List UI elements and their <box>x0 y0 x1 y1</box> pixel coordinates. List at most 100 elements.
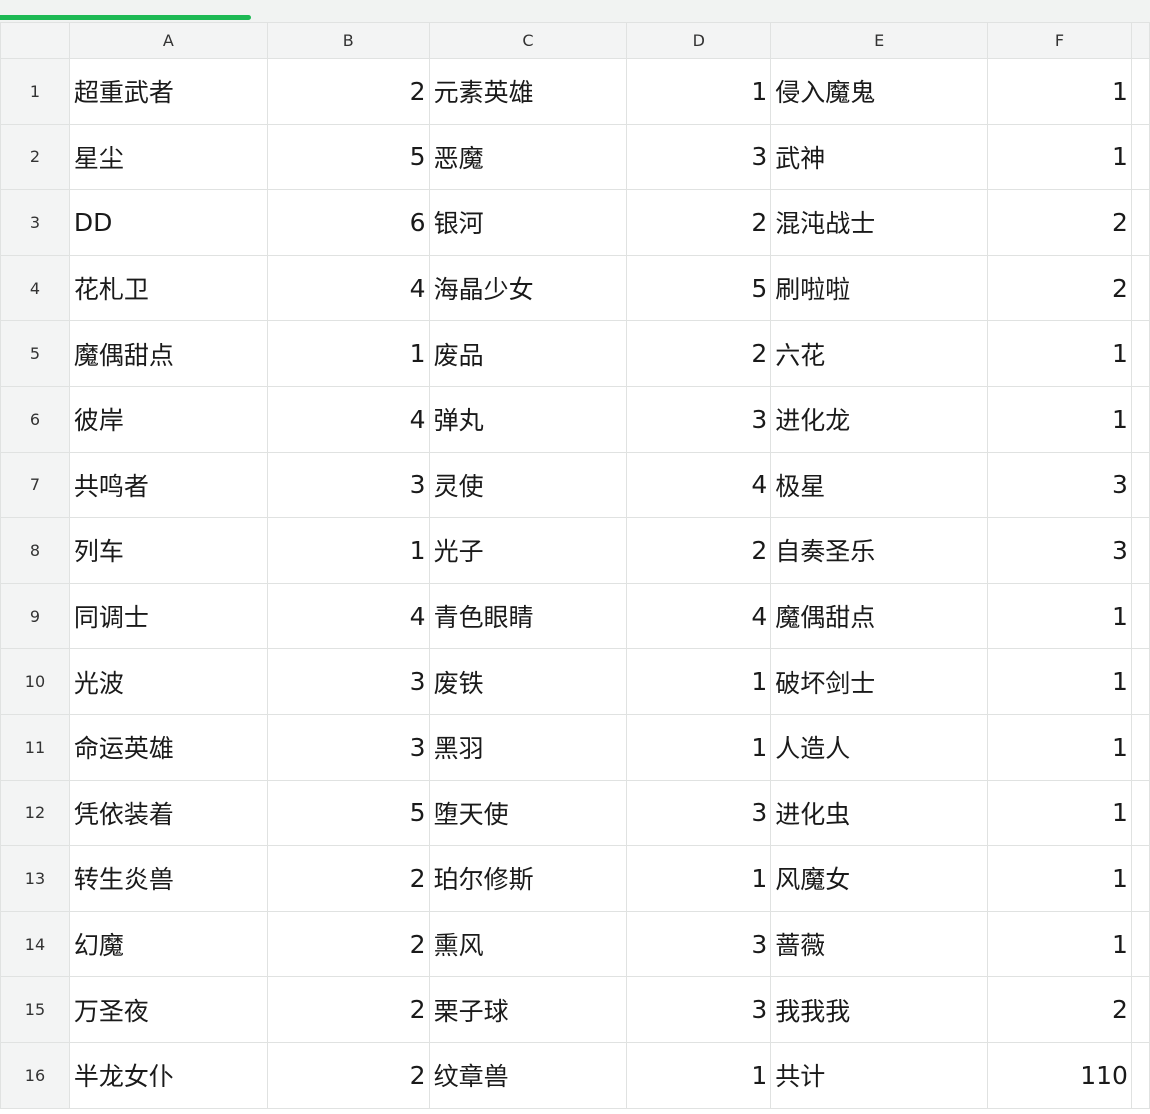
cell-overflow[interactable] <box>1130 845 1150 912</box>
cell-a[interactable]: DD <box>68 189 268 256</box>
cell-c[interactable]: 废品 <box>428 320 628 387</box>
cell-e[interactable]: 自奏圣乐 <box>770 517 989 584</box>
cell-b[interactable]: 4 <box>266 385 430 453</box>
cell-a[interactable]: 彼岸 <box>68 385 268 453</box>
cell-f[interactable]: 3 <box>987 451 1132 519</box>
column-header-f[interactable]: F <box>987 22 1132 59</box>
cell-c[interactable]: 熏风 <box>428 910 628 978</box>
cell-overflow[interactable] <box>1130 976 1150 1043</box>
row-header[interactable]: 3 <box>0 189 70 256</box>
row-header[interactable]: 15 <box>0 976 70 1043</box>
cell-e[interactable]: 武神 <box>770 123 989 191</box>
cell-c[interactable]: 栗子球 <box>428 976 628 1043</box>
cell-overflow[interactable] <box>1130 254 1150 322</box>
cell-a[interactable]: 同调士 <box>68 582 268 650</box>
row-header[interactable]: 2 <box>0 123 70 191</box>
cell-b[interactable]: 6 <box>266 189 430 256</box>
cell-c[interactable]: 光子 <box>428 517 628 584</box>
cell-f[interactable]: 1 <box>987 123 1132 191</box>
cell-e[interactable]: 六花 <box>770 320 989 387</box>
cell-e[interactable]: 混沌战士 <box>770 189 989 256</box>
cell-b[interactable]: 2 <box>266 58 430 125</box>
cell-b[interactable]: 2 <box>266 1041 430 1109</box>
cell-d[interactable]: 2 <box>626 189 772 256</box>
cell-a[interactable]: 转生炎兽 <box>68 845 268 912</box>
cell-overflow[interactable] <box>1130 910 1150 978</box>
cell-f[interactable]: 1 <box>987 845 1132 912</box>
row-header[interactable]: 12 <box>0 779 70 847</box>
cell-d[interactable]: 3 <box>626 123 772 191</box>
cell-d[interactable]: 3 <box>626 976 772 1043</box>
cell-b[interactable]: 3 <box>266 648 430 715</box>
cell-c[interactable]: 黑羽 <box>428 713 628 781</box>
cell-c[interactable]: 青色眼睛 <box>428 582 628 650</box>
cell-a[interactable]: 列车 <box>68 517 268 584</box>
cell-d[interactable]: 5 <box>626 254 772 322</box>
column-header-a[interactable]: A <box>68 22 268 59</box>
cell-e[interactable]: 我我我 <box>770 976 989 1043</box>
cell-b[interactable]: 2 <box>266 910 430 978</box>
cell-e[interactable]: 蔷薇 <box>770 910 989 978</box>
cell-c[interactable]: 元素英雄 <box>428 58 628 125</box>
cell-f[interactable]: 1 <box>987 648 1132 715</box>
cell-d[interactable]: 1 <box>626 713 772 781</box>
cell-overflow[interactable] <box>1130 320 1150 387</box>
cell-b[interactable]: 5 <box>266 779 430 847</box>
select-all-corner[interactable] <box>0 22 70 59</box>
cell-e[interactable]: 共计 <box>770 1041 989 1109</box>
cell-c[interactable]: 海晶少女 <box>428 254 628 322</box>
cell-f[interactable]: 2 <box>987 189 1132 256</box>
row-header[interactable]: 13 <box>0 845 70 912</box>
cell-e[interactable]: 风魔女 <box>770 845 989 912</box>
cell-f[interactable]: 1 <box>987 779 1132 847</box>
cell-e[interactable]: 人造人 <box>770 713 989 781</box>
cell-d[interactable]: 1 <box>626 648 772 715</box>
cell-b[interactable]: 3 <box>266 451 430 519</box>
cell-overflow[interactable] <box>1130 58 1150 125</box>
cell-f[interactable]: 1 <box>987 910 1132 978</box>
cell-d[interactable]: 3 <box>626 910 772 978</box>
cell-f[interactable]: 2 <box>987 254 1132 322</box>
cell-c[interactable]: 废铁 <box>428 648 628 715</box>
cell-b[interactable]: 1 <box>266 517 430 584</box>
cell-b[interactable]: 1 <box>266 320 430 387</box>
cell-e[interactable]: 刷啦啦 <box>770 254 989 322</box>
active-sheet-indicator[interactable] <box>0 15 251 20</box>
cell-overflow[interactable] <box>1130 385 1150 453</box>
column-header-e[interactable]: E <box>770 22 989 59</box>
cell-f[interactable]: 1 <box>987 58 1132 125</box>
cell-f[interactable]: 2 <box>987 976 1132 1043</box>
cell-d[interactable]: 1 <box>626 58 772 125</box>
row-header[interactable]: 16 <box>0 1041 70 1109</box>
cell-f[interactable]: 1 <box>987 320 1132 387</box>
cell-c[interactable]: 银河 <box>428 189 628 256</box>
cell-f[interactable]: 1 <box>987 385 1132 453</box>
cell-d[interactable]: 3 <box>626 779 772 847</box>
cell-d[interactable]: 4 <box>626 582 772 650</box>
cell-b[interactable]: 2 <box>266 976 430 1043</box>
cell-f[interactable]: 1 <box>987 582 1132 650</box>
row-header[interactable]: 7 <box>0 451 70 519</box>
cell-b[interactable]: 4 <box>266 254 430 322</box>
cell-d[interactable]: 2 <box>626 320 772 387</box>
row-header[interactable]: 14 <box>0 910 70 978</box>
cell-c[interactable]: 灵使 <box>428 451 628 519</box>
cell-a[interactable]: 花札卫 <box>68 254 268 322</box>
cell-c[interactable]: 恶魔 <box>428 123 628 191</box>
cell-d[interactable]: 1 <box>626 845 772 912</box>
cell-d[interactable]: 1 <box>626 1041 772 1109</box>
cell-a[interactable]: 光波 <box>68 648 268 715</box>
cell-e[interactable]: 进化虫 <box>770 779 989 847</box>
row-header[interactable]: 11 <box>0 713 70 781</box>
cell-b[interactable]: 2 <box>266 845 430 912</box>
cell-b[interactable]: 5 <box>266 123 430 191</box>
column-header-b[interactable]: B <box>266 22 430 59</box>
row-header[interactable]: 6 <box>0 385 70 453</box>
cell-overflow[interactable] <box>1130 1041 1150 1109</box>
cell-b[interactable]: 4 <box>266 582 430 650</box>
cell-c[interactable]: 堕天使 <box>428 779 628 847</box>
cell-d[interactable]: 2 <box>626 517 772 584</box>
cell-e[interactable]: 极星 <box>770 451 989 519</box>
row-header[interactable]: 8 <box>0 517 70 584</box>
cell-a[interactable]: 星尘 <box>68 123 268 191</box>
